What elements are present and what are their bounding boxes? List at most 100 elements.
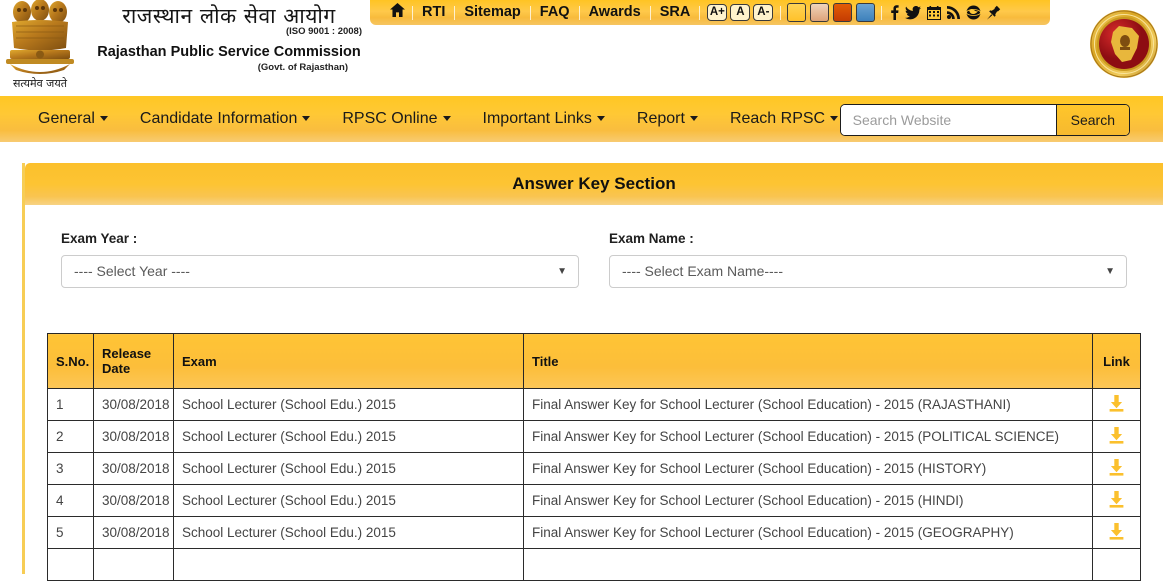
page-title: Answer Key Section (25, 163, 1163, 205)
cell-sno: 5 (47, 516, 94, 549)
cell-sno: 2 (47, 420, 94, 453)
exam-year-select[interactable]: ---- Select Year ---- ▼ (61, 255, 579, 288)
divider (412, 5, 413, 20)
chevron-down-icon (689, 116, 698, 122)
cell-title: Final Answer Key for School Lecturer (Sc… (523, 516, 1093, 549)
download-icon[interactable] (1107, 426, 1126, 445)
download-icon[interactable] (1107, 458, 1126, 477)
nav-item-rpsc-online[interactable]: RPSC Online (326, 96, 466, 142)
exam-name-label: Exam Name : (609, 231, 694, 246)
facebook-icon[interactable] (887, 5, 902, 20)
table-row: 5 30/08/2018 School Lecturer (School Edu… (47, 516, 1141, 549)
cell-title: Final Answer Key for School Lecturer (Sc… (523, 452, 1093, 485)
nav-item-report[interactable]: Report (621, 96, 714, 142)
table-row: 3 30/08/2018 School Lecturer (School Edu… (47, 452, 1141, 485)
nav-label: RPSC Online (342, 110, 438, 127)
globe-icon[interactable] (963, 5, 984, 20)
divider (699, 5, 701, 20)
download-icon[interactable] (1107, 522, 1126, 541)
nav-label: Report (636, 110, 685, 127)
header-govt-line: (Govt. of Rajasthan) (257, 62, 348, 73)
cell-exam (173, 548, 524, 581)
cell-link (1092, 452, 1141, 485)
column-header-sno: S.No. (47, 333, 94, 389)
theme-swatch-tan[interactable] (810, 3, 830, 22)
header-iso-line: (ISO 9001 : 2008) (285, 26, 362, 37)
nav-item-reach-rpsc[interactable]: Reach RPSC (714, 96, 854, 142)
nav-label: Candidate Information (139, 110, 298, 127)
column-header-title: Title (523, 333, 1093, 389)
cell-sno: 4 (47, 484, 94, 517)
divider (780, 5, 782, 20)
chevron-down-icon (596, 116, 605, 122)
cell-link (1092, 548, 1141, 581)
content-panel: Answer Key Section Exam Year : ---- Sele… (22, 163, 1163, 581)
font-size-increase-button[interactable]: A+ (707, 4, 728, 21)
cell-exam: School Lecturer (School Edu.) 2015 (173, 420, 524, 453)
exam-year-field: Exam Year : ---- Select Year ---- ▼ (61, 231, 579, 288)
topbar-link-sra[interactable]: SRA (652, 0, 699, 25)
emblem-motto: सत्यमेव जयते (13, 77, 68, 90)
theme-swatch-orange[interactable] (833, 3, 853, 22)
topbar-link-rti[interactable]: RTI (414, 0, 453, 25)
nav-item-candidate-information[interactable]: Candidate Information (124, 96, 326, 142)
download-icon[interactable] (1107, 490, 1126, 509)
download-icon[interactable] (1107, 394, 1126, 413)
answer-key-table: S.No. Release Date Exam Title Link 1 30/… (47, 333, 1141, 581)
table-head: S.No. Release Date Exam Title Link (47, 333, 1141, 389)
topbar-link-sitemap[interactable]: Sitemap (456, 0, 528, 25)
cell-date: 30/08/2018 (93, 452, 174, 485)
chevron-down-icon (442, 116, 451, 122)
nav-item-general[interactable]: General (22, 96, 124, 142)
national-emblem: सत्यमेव जयते (0, 0, 80, 90)
chevron-down-icon: ▼ (1105, 266, 1115, 277)
exam-year-value: ---- Select Year ---- (74, 263, 190, 279)
divider (529, 5, 531, 20)
twitter-icon[interactable] (902, 5, 924, 20)
divider (881, 5, 883, 20)
theme-swatch-blue[interactable] (856, 3, 876, 22)
table-row: 1 30/08/2018 School Lecturer (School Edu… (47, 388, 1141, 421)
table-row: 4 30/08/2018 School Lecturer (School Edu… (47, 484, 1141, 517)
chevron-down-icon (302, 116, 311, 122)
divider (649, 5, 651, 20)
cell-sno (47, 548, 94, 581)
search-button[interactable]: Search (1055, 105, 1129, 135)
font-size-decrease-button[interactable]: A- (753, 4, 774, 21)
exam-name-field: Exam Name : ---- Select Exam Name---- ▼ (609, 231, 1127, 288)
chevron-down-icon (830, 116, 839, 122)
divider (578, 5, 580, 20)
cell-title: Final Answer Key for School Lecturer (Sc… (523, 388, 1093, 421)
exam-name-select[interactable]: ---- Select Exam Name---- ▼ (609, 255, 1127, 288)
nav-label: Important Links (482, 110, 592, 127)
table-header-row: S.No. Release Date Exam Title Link (47, 333, 1141, 389)
column-header-link: Link (1092, 333, 1141, 389)
theme-swatch-yellow[interactable] (787, 3, 807, 22)
cell-date: 30/08/2018 (93, 388, 174, 421)
cell-exam: School Lecturer (School Edu.) 2015 (173, 388, 524, 421)
table-body: 1 30/08/2018 School Lecturer (School Edu… (47, 388, 1141, 581)
cell-date: 30/08/2018 (93, 516, 174, 549)
filter-form: Exam Year : ---- Select Year ---- ▼ Exam… (25, 205, 1163, 288)
search-input[interactable] (840, 105, 1056, 135)
cell-sno: 1 (47, 388, 94, 421)
cell-date: 30/08/2018 (93, 420, 174, 453)
column-header-exam: Exam (173, 333, 524, 389)
divider (454, 5, 456, 20)
main-navigation: General Candidate Information RPSC Onlin… (0, 96, 1163, 142)
rss-icon[interactable] (944, 6, 963, 19)
pin-icon[interactable] (984, 5, 1005, 20)
nav-item-important-links[interactable]: Important Links (467, 96, 621, 142)
answer-key-table-wrapper: S.No. Release Date Exam Title Link 1 30/… (25, 288, 1163, 581)
cell-exam: School Lecturer (School Edu.) 2015 (173, 452, 524, 485)
topbar-link-awards[interactable]: Awards (581, 0, 649, 25)
topbar-link-faq[interactable]: FAQ (532, 0, 578, 25)
cell-title: Final Answer Key for School Lecturer (Sc… (523, 420, 1093, 453)
cell-link (1092, 420, 1141, 453)
table-row (47, 548, 1141, 581)
home-icon[interactable] (378, 0, 411, 25)
exam-name-value: ---- Select Exam Name---- (622, 263, 784, 279)
rpsc-seal (1089, 0, 1159, 92)
font-size-normal-button[interactable]: A (730, 4, 751, 21)
calendar-icon[interactable] (924, 5, 944, 20)
